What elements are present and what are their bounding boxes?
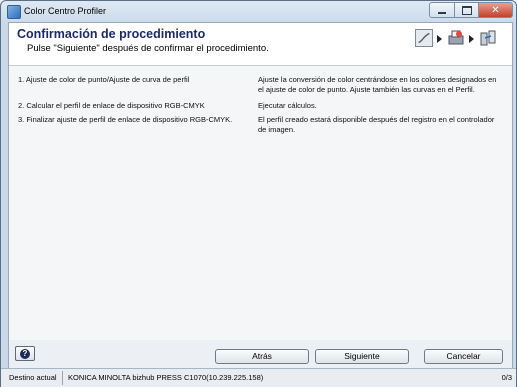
maximize-icon — [461, 5, 472, 15]
help-button[interactable]: ? — [15, 346, 35, 361]
procedure-description: El perfil creado estará disponible despu… — [258, 115, 495, 134]
chevron-right-icon — [469, 35, 474, 43]
procedure-step: 1. Ajuste de color de punto/Ajuste de cu… — [18, 75, 190, 84]
status-label: Destino actual — [9, 373, 57, 382]
dialog-client-area: Confirmación de procedimiento Pulse "Sig… — [8, 22, 513, 369]
procedure-step: 2. Calcular el perfil de enlace de dispo… — [18, 101, 205, 110]
printer-icon — [448, 30, 464, 45]
next-button[interactable]: Siguiente — [315, 349, 409, 364]
current-device: KONICA MINOLTA bizhub PRESS C1070(10.239… — [68, 373, 264, 382]
profile-link-icon — [480, 30, 496, 46]
minimize-icon — [438, 12, 446, 14]
app-window: Color Centro Profiler ✕ Confirmación de … — [0, 0, 517, 387]
back-button[interactable]: Atrás — [215, 349, 309, 364]
maximize-button[interactable] — [455, 2, 479, 18]
status-bar: Destino actual KONICA MINOLTA bizhub PRE… — [1, 368, 516, 387]
step-progress — [415, 29, 507, 51]
app-icon — [7, 5, 21, 19]
chevron-right-icon — [437, 35, 442, 43]
color-curve-icon — [415, 29, 433, 47]
minimize-button[interactable] — [429, 2, 455, 18]
step-count: 0/3 — [501, 373, 512, 382]
title-bar[interactable]: Color Centro Profiler ✕ — [1, 1, 516, 21]
dialog-header: Confirmación de procedimiento Pulse "Sig… — [9, 23, 512, 66]
dialog-footer: ? Atrás Siguiente Cancelar — [9, 341, 512, 368]
procedure-description: Ejecutar cálculos. — [258, 101, 317, 110]
page-subtitle: Pulse "Siguiente" después de confirmar e… — [27, 43, 269, 54]
close-icon: ✕ — [491, 4, 500, 16]
close-button[interactable]: ✕ — [479, 2, 513, 18]
window-title: Color Centro Profiler — [24, 6, 107, 16]
help-icon: ? — [20, 348, 30, 359]
cancel-button[interactable]: Cancelar — [424, 349, 503, 364]
procedure-step: 3. Finalizar ajuste de perfil de enlace … — [18, 115, 233, 124]
page-title: Confirmación de procedimiento — [17, 27, 206, 41]
procedure-description: Ajuste la conversión de color centrándos… — [258, 75, 497, 94]
procedure-list: 1. Ajuste de color de punto/Ajuste de cu… — [9, 66, 512, 340]
status-divider — [62, 371, 63, 385]
